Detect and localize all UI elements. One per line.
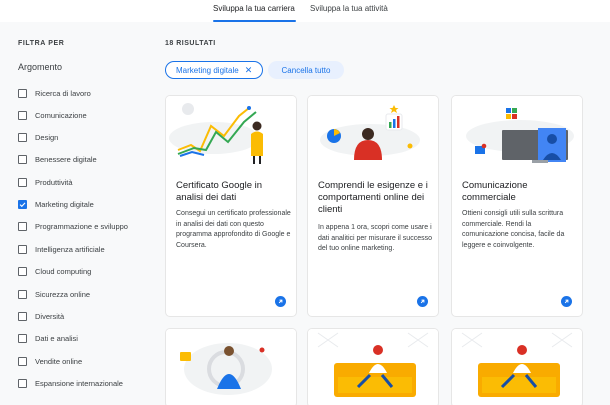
tab-career[interactable]: Sviluppa la tua carriera — [213, 4, 295, 13]
checkbox[interactable] — [18, 177, 27, 187]
filter-label: Comunicazione — [35, 110, 87, 120]
filter-label: Design — [35, 132, 59, 142]
active-tab-indicator — [213, 20, 296, 22]
tab-business[interactable]: Sviluppa la tua attività — [310, 4, 388, 13]
filter-label: Produttività — [35, 177, 73, 187]
checkbox[interactable] — [18, 266, 27, 276]
active-filter-chip[interactable]: Marketing digitale ✕ — [165, 61, 263, 79]
card-title: Certificato Google in analisi dei dati — [176, 180, 263, 203]
card-description: Ottieni consigli utili sulla scrittura c… — [462, 210, 565, 249]
customer-insights-illustration-icon — [308, 96, 438, 166]
checkbox[interactable] — [18, 356, 27, 366]
clear-all-button[interactable]: Cancella tutto — [268, 61, 344, 79]
filter-cloud[interactable]: Cloud computing — [18, 265, 91, 277]
filter-label: Programmazione e sviluppo — [35, 221, 128, 231]
course-card[interactable] — [165, 328, 297, 405]
filter-productivity[interactable]: Produttività — [18, 176, 73, 188]
checkbox[interactable] — [18, 110, 27, 120]
arrow-icon[interactable] — [561, 296, 572, 307]
filter-label: Ricerca di lavoro — [35, 88, 91, 98]
card-description: In appena 1 ora, scopri come usare i dat… — [318, 224, 432, 252]
results-count: 18 RISULTATI — [165, 40, 216, 47]
checkbox[interactable] — [18, 289, 27, 299]
filter-label: Cloud computing — [35, 266, 92, 276]
filter-ai[interactable]: Intelligenza artificiale — [18, 243, 105, 255]
filter-label: Diversità — [35, 311, 65, 321]
checkbox[interactable] — [18, 88, 27, 98]
arrow-icon[interactable] — [275, 296, 286, 307]
filter-label: Vendite online — [35, 356, 83, 366]
remote-work-illustration-icon — [308, 329, 438, 399]
filter-online-security[interactable]: Sicurezza online — [18, 288, 90, 300]
filter-label: Marketing digitale — [35, 199, 94, 209]
filter-label: Sicurezza online — [35, 289, 91, 299]
checkbox[interactable] — [18, 132, 27, 142]
filter-digital-marketing[interactable]: Marketing digitale — [18, 198, 94, 210]
filter-job-search[interactable]: Ricerca di lavoro — [18, 87, 91, 99]
filter-label: Espansione internazionale — [35, 378, 123, 388]
remote-work-illustration-icon — [452, 329, 582, 399]
filter-online-sales[interactable]: Vendite online — [18, 355, 82, 367]
filter-communication[interactable]: Comunicazione — [18, 109, 87, 121]
course-card[interactable] — [307, 328, 439, 405]
checkbox[interactable] — [18, 244, 27, 254]
filter-diversity[interactable]: Diversità — [18, 310, 64, 322]
filter-international-expansion[interactable]: Espansione internazionale — [18, 377, 123, 389]
card-description: Consegui un certificato professionale in… — [176, 210, 291, 249]
card-title: Comunicazione commerciale — [462, 180, 528, 203]
arrow-icon[interactable] — [417, 296, 428, 307]
search-analytics-illustration-icon — [166, 329, 296, 399]
filter-title: FILTRA PER — [18, 40, 65, 47]
filter-programming[interactable]: Programmazione e sviluppo — [18, 220, 128, 232]
filter-design[interactable]: Design — [18, 131, 58, 143]
checkmark-icon — [19, 201, 26, 207]
checkbox[interactable] — [18, 311, 27, 321]
checkbox-checked[interactable] — [18, 199, 27, 209]
checkbox[interactable] — [18, 154, 27, 164]
checkbox[interactable] — [18, 378, 27, 388]
filter-label: Dati e analisi — [35, 333, 78, 343]
data-chart-illustration-icon — [166, 96, 296, 166]
course-card[interactable]: Comunicazione commerciale Ottieni consig… — [451, 95, 583, 317]
argument-heading: Argomento — [18, 62, 63, 72]
filter-data-analysis[interactable]: Dati e analisi — [18, 332, 78, 344]
close-icon[interactable]: ✕ — [245, 65, 253, 76]
filter-label: Benessere digitale — [35, 154, 97, 164]
checkbox[interactable] — [18, 221, 27, 231]
course-card[interactable]: Certificato Google in analisi dei dati C… — [165, 95, 297, 317]
course-card[interactable] — [451, 328, 583, 405]
checkbox[interactable] — [18, 333, 27, 343]
card-title: Comprendi le esigenze e i comportamenti … — [318, 180, 428, 215]
filter-digital-wellbeing[interactable]: Benessere digitale — [18, 153, 97, 165]
video-call-illustration-icon — [452, 96, 582, 166]
filter-label: Intelligenza artificiale — [35, 244, 105, 254]
top-navigation: Sviluppa la tua carriera Sviluppa la tua… — [0, 0, 610, 22]
active-filter-label: Marketing digitale — [176, 65, 239, 75]
course-card[interactable]: Comprendi le esigenze e i comportamenti … — [307, 95, 439, 317]
filter-sidebar: FILTRA PER Argomento Ricerca di lavoro C… — [18, 40, 158, 388]
